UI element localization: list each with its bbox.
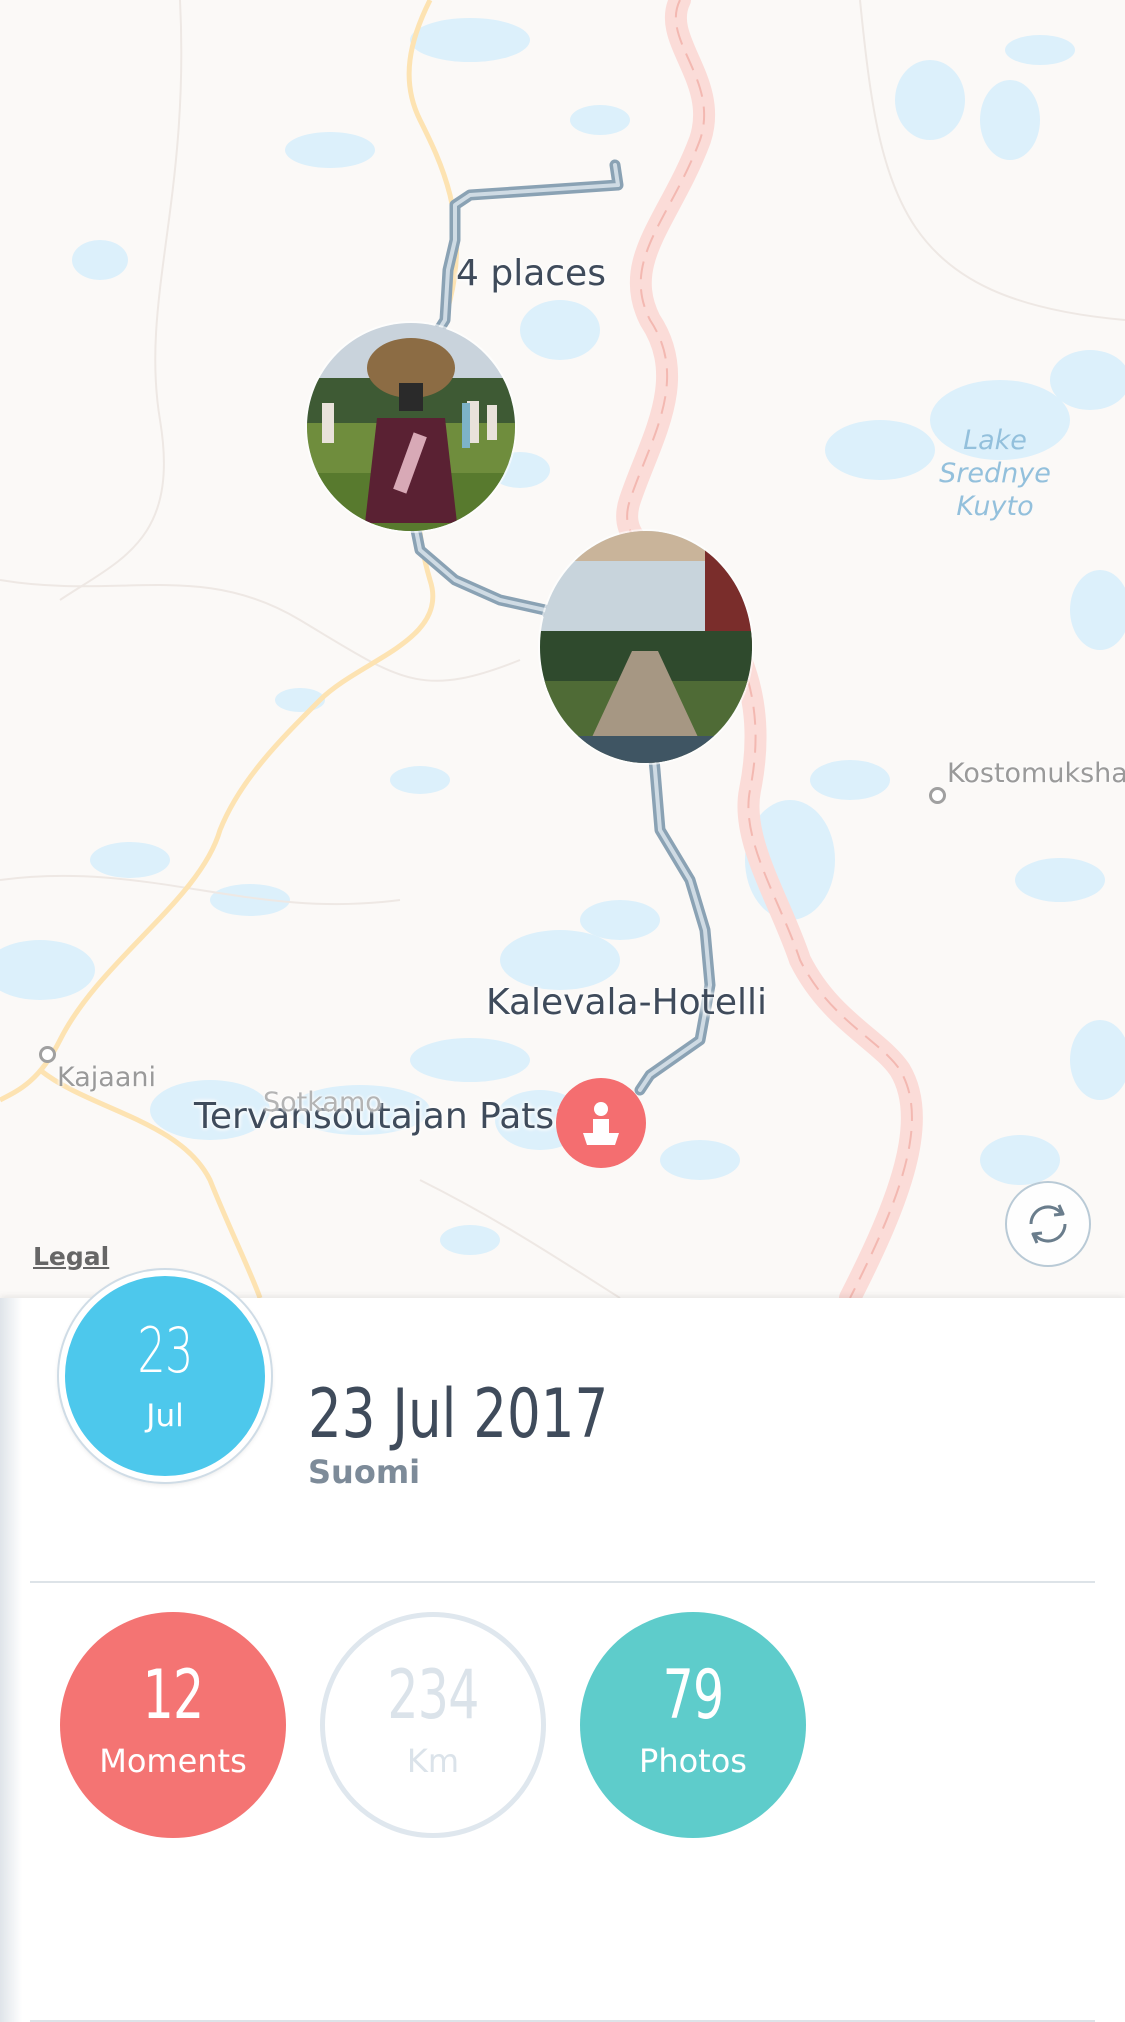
city-label-kostomuksha: Kostomukshа [947, 758, 1125, 789]
lake-label-line-2: Srednye [939, 458, 1051, 489]
date-day: 23 [137, 1314, 193, 1387]
stat-moments-label: Moments [99, 1742, 247, 1780]
lake-label: Lake Srednye Kuyto [910, 424, 1080, 523]
city-dot-kajaani [39, 1046, 56, 1063]
place-label-tervansoutajan[interactable]: Tervansoutajan Patsas [194, 1096, 595, 1137]
stat-moments[interactable]: 12 Moments [60, 1612, 286, 1838]
stat-photos[interactable]: 79 Photos [580, 1612, 806, 1838]
date-badge: 23 Jul [59, 1270, 271, 1482]
refresh-icon [1029, 1204, 1067, 1244]
scarecrow-image [307, 323, 515, 531]
moment-photo-forest-road[interactable] [540, 531, 752, 763]
city-label-kajaani: Kajaani [57, 1062, 156, 1093]
stat-moments-value: 12 [142, 1656, 205, 1735]
stat-photos-label: Photos [639, 1742, 747, 1780]
lake-label-line-1: Lake [963, 425, 1027, 456]
stat-distance[interactable]: 234 Km [320, 1612, 546, 1838]
route-places-label: 4 places [456, 253, 606, 294]
recenter-button[interactable] [1005, 1181, 1091, 1267]
city-label-sotkamo: Sotkamo [263, 1087, 382, 1118]
stat-distance-value: 234 [387, 1656, 479, 1735]
city-dot-kostomuksha [929, 787, 946, 804]
place-pin[interactable] [556, 1078, 646, 1168]
stat-distance-label: Km [406, 1742, 460, 1780]
stat-photos-value: 79 [662, 1656, 725, 1735]
map-view[interactable]: 4 places Kalevala-Hotelli Tervansoutajan… [0, 0, 1125, 1298]
place-label-kalevala[interactable]: Kalevala-Hotelli [486, 982, 767, 1023]
lake-label-line-3: Kuyto [956, 491, 1034, 522]
statue-icon [583, 1102, 619, 1145]
legal-link[interactable]: Legal [33, 1242, 109, 1271]
moment-photo-scarecrow[interactable] [307, 323, 515, 531]
country-label: Suomi [308, 1453, 421, 1491]
date-month: Jul [146, 1398, 184, 1434]
sheet-left-edge [0, 1298, 22, 2022]
forest-road-image [540, 531, 752, 763]
full-date-title: 23 Jul 2017 [308, 1375, 609, 1454]
section-divider [30, 1581, 1095, 1583]
